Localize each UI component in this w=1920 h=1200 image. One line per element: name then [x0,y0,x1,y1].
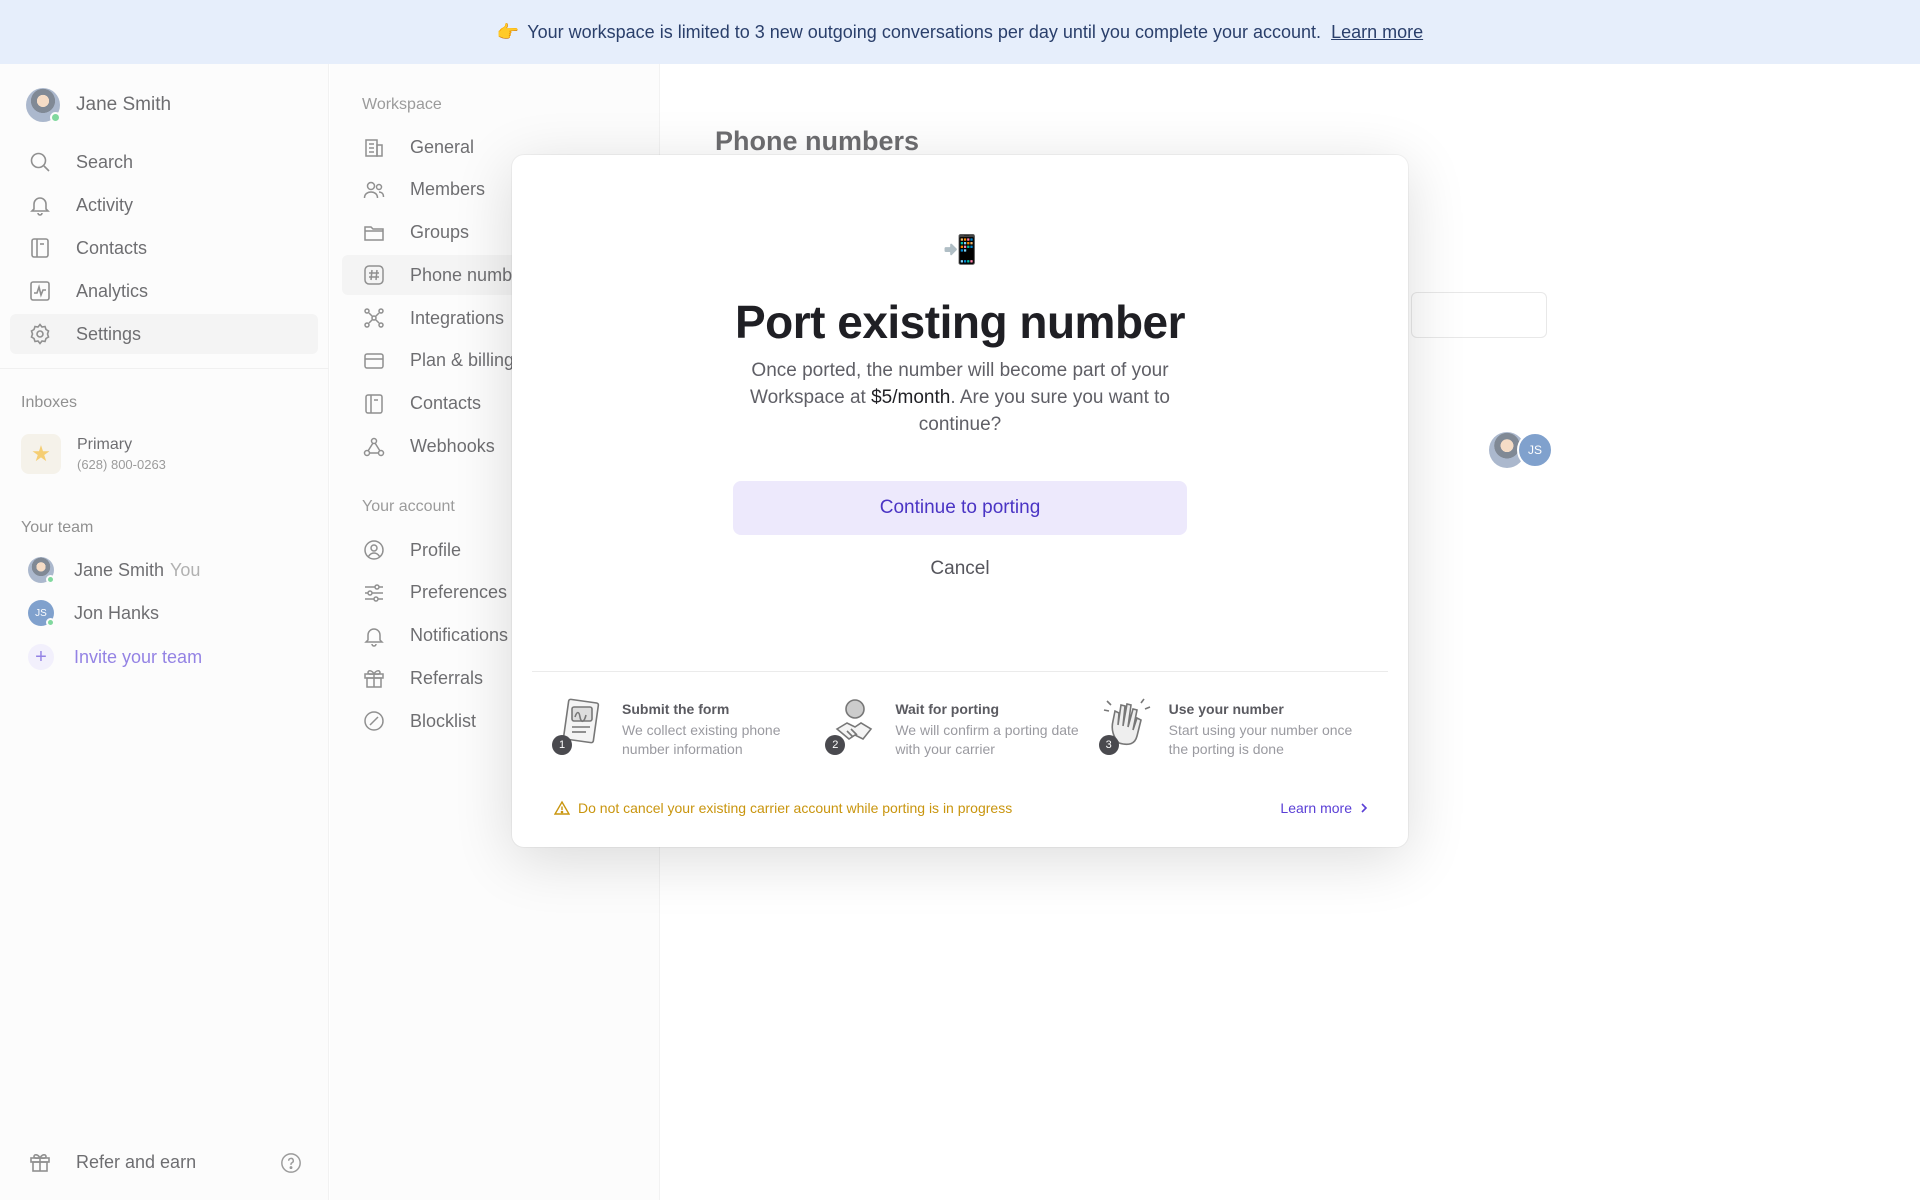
description-text: . Are you sure you want to continue? [918,387,1170,435]
handshake-illustration-icon: 2 [825,695,881,755]
price-text: $5/month [871,387,951,408]
pointing-hand-icon: 👉 [496,21,520,42]
dialog-divider [532,671,1388,672]
banner-learn-more-link[interactable]: Learn more [1331,22,1423,43]
banner-message: Your workspace is limited to 3 new outgo… [527,21,1322,42]
warning-icon [554,800,570,815]
step-title: Use your number [1168,701,1284,717]
step-submit-form: 1 Submit the form We collect existing ph… [552,695,825,759]
cancel-button[interactable]: Cancel [910,549,1010,589]
porting-steps: 1 Submit the form We collect existing ph… [552,695,1372,759]
step-number: 1 [552,735,572,755]
learn-more-label: Learn more [1280,800,1352,816]
step-text: We collect existing phone number informa… [622,722,781,757]
step-title: Wait for porting [895,701,1000,717]
continue-to-porting-button[interactable]: Continue to porting [733,481,1187,535]
step-use-number: 3 Use your number Start using your numbe… [1098,695,1372,759]
dialog-description: Once ported, the number will become part… [730,357,1190,438]
step-text: Start using your number once the porting… [1168,722,1353,757]
porting-warning: Do not cancel your existing carrier acco… [554,800,1012,816]
step-title: Submit the form [622,701,730,717]
step-wait-porting: 2 Wait for porting We will confirm a por… [825,695,1098,759]
step-text: We will confirm a porting date with your… [895,722,1079,757]
form-illustration-icon: 1 [552,695,608,755]
step-number: 3 [1098,735,1119,755]
waving-hand-illustration-icon: 3 [1098,695,1155,755]
account-limit-banner: 👉 Your workspace is limited to 3 new out… [0,0,1920,64]
learn-more-link[interactable]: Learn more [1280,800,1370,816]
phone-arrow-icon: 📲 [942,234,978,265]
chevron-right-icon [1361,803,1368,813]
port-number-dialog: 📲 Port existing number Once ported, the … [512,155,1408,847]
warning-text: Do not cancel your existing carrier acco… [578,800,1013,816]
dialog-title: Port existing number [734,296,1186,348]
